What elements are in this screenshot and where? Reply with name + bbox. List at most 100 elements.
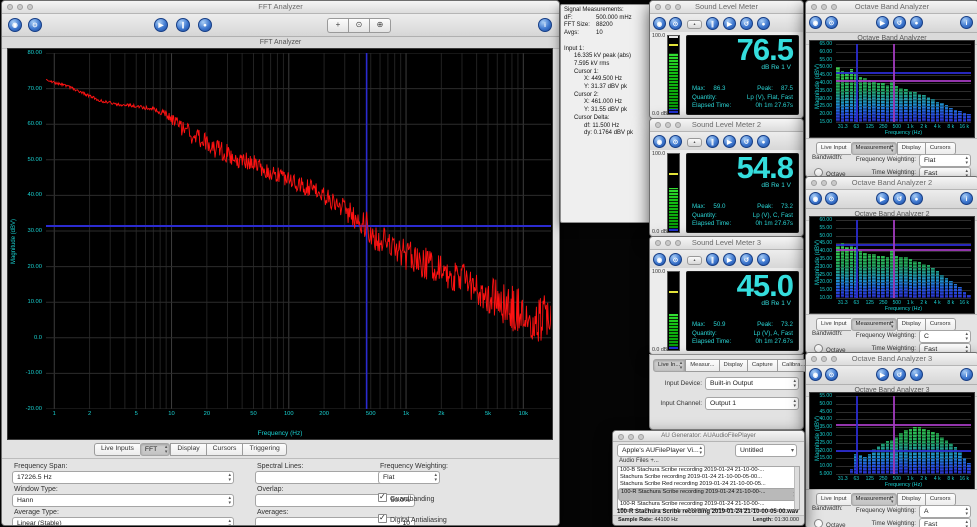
tab-measurement[interactable]: Measurement [851,493,897,506]
magnify-tool-icon[interactable]: ⊕ [369,18,391,33]
oba-chart[interactable]: Magnitude (dBV) Frequency (Hz) 55.0050.0… [809,392,975,490]
record-button[interactable]: ● [198,18,212,32]
play-button[interactable]: ▶ [723,253,736,266]
minimize-button[interactable] [628,434,634,440]
scrollbar[interactable] [794,467,799,509]
vertical-cursor[interactable] [856,220,858,298]
minimize-button[interactable] [665,4,671,10]
window-controls[interactable] [811,356,837,362]
reset-button[interactable]: ↺ [740,135,753,148]
close-button[interactable] [655,240,661,246]
tab-cursors[interactable]: Cursors [206,443,243,456]
average-type-select[interactable]: Linear (Stable) [12,517,234,526]
window-controls[interactable] [655,122,681,128]
zoom-button[interactable] [675,4,681,10]
audio-file-row[interactable]: 100-R Stachura Scribe recording 2019-01-… [618,501,799,508]
reset-button[interactable]: ↺ [893,192,906,205]
fft-frequency-weighting-select[interactable]: Flat [378,471,440,484]
eject-button[interactable]: ▴ [687,20,702,29]
tab-measurement[interactable]: Measurement [851,142,897,155]
record-button[interactable]: ● [757,135,770,148]
window-controls[interactable] [655,240,681,246]
tab-capture[interactable]: Capture [747,359,777,372]
window-controls[interactable] [811,4,837,10]
au-untitled-select[interactable]: Untitled [735,444,797,457]
minimize-button[interactable] [665,122,671,128]
zoom-button[interactable] [27,4,33,10]
play-button[interactable]: ▶ [723,17,736,30]
audio-file-row[interactable]: 100-B Stachura Scribe recording 2019-01-… [618,467,799,474]
close-button[interactable] [618,434,624,440]
vertical-cursor[interactable] [856,44,858,122]
close-button[interactable] [655,4,661,10]
window-controls[interactable] [811,180,837,186]
minimize-button[interactable] [17,4,23,10]
close-button[interactable] [7,4,13,10]
audio-file-row[interactable]: Stachura Scribe Red recording 2019-01-24… [618,481,799,488]
target-button[interactable]: ⊙ [825,16,838,29]
zoom-button[interactable] [638,434,644,440]
hand-tool-icon[interactable]: ⊙ [348,18,369,33]
input-channel-select[interactable]: Output 1 [705,397,799,410]
reset-button[interactable]: ↺ [893,368,906,381]
window-controls[interactable] [618,434,644,440]
target-button[interactable]: ⊙ [825,368,838,381]
close-button[interactable] [811,180,817,186]
au-preset-select[interactable]: Apple's AUFilePlayer Vi... [617,444,705,457]
reset-button[interactable]: ↺ [740,17,753,30]
oba-freq-weight-select[interactable]: Flat [919,154,971,167]
oba-chart[interactable]: Magnitude (dBV) Frequency (Hz) 60.0055.0… [809,216,975,314]
tab-display[interactable]: Display [170,443,205,456]
oba-freq-weight-select[interactable]: A [919,505,971,518]
info-button[interactable]: i [960,192,973,205]
vertical-cursor[interactable] [856,396,858,474]
zoom-button[interactable] [675,122,681,128]
minimize-button[interactable] [665,240,671,246]
record-button[interactable]: ● [757,17,770,30]
tab-measurement[interactable]: Measurement [851,318,897,331]
record-button[interactable]: ● [910,192,923,205]
tab-live-inputs[interactable]: Live Inputs [94,443,140,456]
tab-measure[interactable]: Measur... [685,359,718,372]
vertical-cursor[interactable] [893,220,895,298]
eject-button[interactable]: ▴ [687,138,702,147]
close-button[interactable] [655,122,661,128]
zoom-button[interactable] [831,180,837,186]
minimize-button[interactable] [821,356,827,362]
target-button[interactable]: ⊙ [669,135,682,148]
zoom-button[interactable] [831,356,837,362]
reset-button[interactable]: ↺ [740,253,753,266]
play-button[interactable]: ▶ [876,192,889,205]
tab-triggering[interactable]: Triggering [242,443,286,456]
vertical-cursor[interactable] [893,44,895,122]
pause-button[interactable]: ∥ [176,18,190,32]
vertical-cursor[interactable] [893,396,895,474]
info-button[interactable]: i [960,368,973,381]
snapshot-button[interactable]: ◉ [653,17,666,30]
play-button[interactable]: ▶ [154,18,168,32]
audio-file-row[interactable]: Stachura Scribe recording 2019-01-24 21-… [618,474,799,481]
snapshot-button[interactable]: ◉ [653,253,666,266]
pause-button[interactable]: ∥ [706,253,719,266]
record-button[interactable]: ● [757,253,770,266]
play-button[interactable]: ▶ [876,16,889,29]
window-type-select[interactable]: Hann [12,494,234,507]
tab-display[interactable]: Display [719,359,747,372]
play-button[interactable]: ▶ [723,135,736,148]
fft-plot[interactable]: Magnitude (dBV) 80.0070.0060.0050.0040.0… [7,48,553,440]
snapshot-button[interactable]: ◉ [653,135,666,148]
info-button[interactable]: i [538,18,552,32]
audio-file-row-selected[interactable]: 100-R Stachura Scribe recording 2019-01-… [618,488,799,501]
target-button[interactable]: ⊙ [669,253,682,266]
fft-spectrum-canvas[interactable] [46,53,551,409]
pause-button[interactable]: ∥ [706,17,719,30]
target-button[interactable]: ⊙ [28,18,42,32]
info-button[interactable]: i [960,16,973,29]
zoom-button[interactable] [675,240,681,246]
reset-button[interactable]: ↺ [893,16,906,29]
minimize-button[interactable] [821,180,827,186]
eject-button[interactable]: ▴ [687,256,702,265]
record-button[interactable]: ● [910,16,923,29]
play-button[interactable]: ▶ [876,368,889,381]
target-button[interactable]: ⊙ [669,17,682,30]
